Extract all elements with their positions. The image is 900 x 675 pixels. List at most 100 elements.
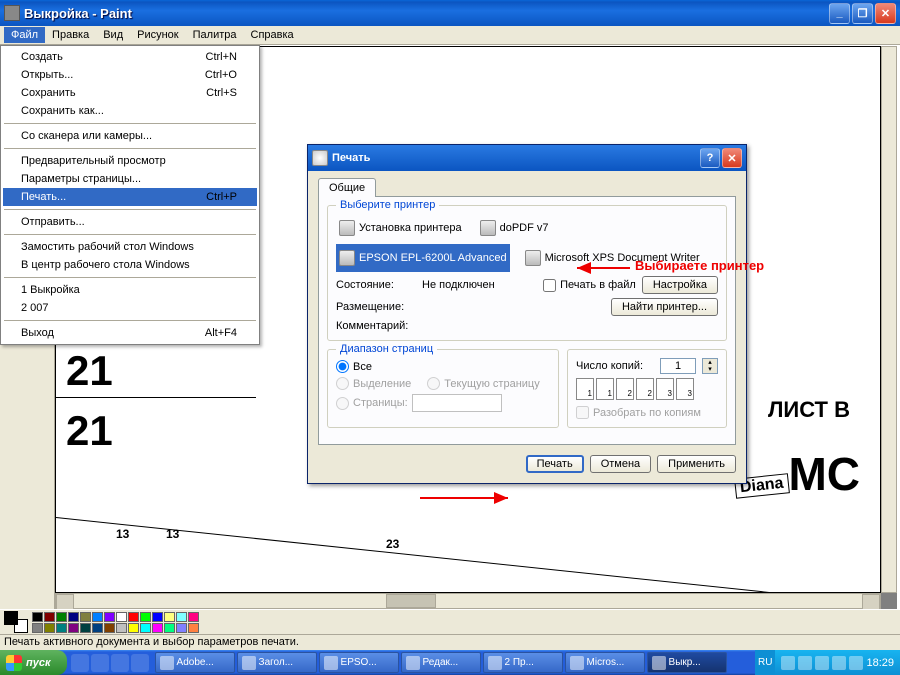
swatch[interactable] xyxy=(140,623,151,633)
swatch[interactable] xyxy=(56,612,67,622)
task-button[interactable]: Загол... xyxy=(237,652,317,673)
swatch[interactable] xyxy=(104,612,115,622)
menu-item[interactable]: Отправить... xyxy=(3,213,257,231)
swatch[interactable] xyxy=(128,623,139,633)
swatch[interactable] xyxy=(188,612,199,622)
menu-item[interactable]: Открыть...Ctrl+O xyxy=(3,66,257,84)
fg-bg-indicator[interactable] xyxy=(4,611,28,633)
taskbar: пуск Adobe...Загол...EPSO...Редак...2 Пр… xyxy=(0,650,900,675)
swatch[interactable] xyxy=(176,623,187,633)
swatch[interactable] xyxy=(128,612,139,622)
copies-group: Число копий: ▴▾ 11 22 33 Разобрать по ко… xyxy=(567,349,727,428)
minimize-button[interactable]: _ xyxy=(829,3,850,24)
menu-item[interactable]: ВыходAlt+F4 xyxy=(3,324,257,342)
menu-item[interactable]: 1 Выкройка xyxy=(3,281,257,299)
swatch[interactable] xyxy=(176,612,187,622)
menu-help[interactable]: Справка xyxy=(244,27,301,43)
range-selection-radio: Выделение xyxy=(336,377,411,390)
copies-label: Число копий: xyxy=(576,360,643,372)
printer-item[interactable]: Установка принтера xyxy=(336,214,465,242)
menu-palette[interactable]: Палитра xyxy=(186,27,244,43)
maximize-button[interactable]: ❐ xyxy=(852,3,873,24)
scrollbar-horizontal[interactable] xyxy=(55,593,881,609)
printer-item[interactable]: doPDF v7 xyxy=(477,214,552,242)
settings-button[interactable]: Настройка xyxy=(642,276,718,294)
swatch[interactable] xyxy=(80,623,91,633)
swatch[interactable] xyxy=(116,623,127,633)
menu-item[interactable]: Предварительный просмотр xyxy=(3,152,257,170)
menu-item[interactable]: 2 007 xyxy=(3,299,257,317)
swatch[interactable] xyxy=(56,623,67,633)
menu-item[interactable]: Печать...Ctrl+P xyxy=(3,188,257,206)
swatch[interactable] xyxy=(164,612,175,622)
menubar: Файл Правка Вид Рисунок Палитра Справка xyxy=(0,26,900,45)
menu-file[interactable]: Файл xyxy=(4,27,45,43)
task-button[interactable]: Adobe... xyxy=(155,652,235,673)
swatch[interactable] xyxy=(92,623,103,633)
task-button[interactable]: Редак... xyxy=(401,652,481,673)
language-indicator[interactable]: RU xyxy=(755,650,775,675)
menu-item[interactable]: СоздатьCtrl+N xyxy=(3,48,257,66)
copies-input[interactable] xyxy=(660,358,696,374)
range-pages-radio: Страницы: xyxy=(336,394,550,412)
select-printer-group: Выберите принтер Установка принтераdoPDF… xyxy=(327,205,727,341)
task-button[interactable]: Micros... xyxy=(565,652,645,673)
close-button[interactable]: ✕ xyxy=(875,3,896,24)
titlebar: Выкройка - Paint _ ❐ ✕ xyxy=(0,0,900,26)
menu-item[interactable]: СохранитьCtrl+S xyxy=(3,84,257,102)
task-button[interactable]: 2 Пр... xyxy=(483,652,563,673)
print-dialog-title: Печать xyxy=(332,152,698,164)
location-label: Размещение: xyxy=(336,301,416,313)
swatch[interactable] xyxy=(152,612,163,622)
tab-general[interactable]: Общие xyxy=(318,178,376,197)
swatch[interactable] xyxy=(44,623,55,633)
apply-button[interactable]: Применить xyxy=(657,455,736,473)
swatch[interactable] xyxy=(80,612,91,622)
printer-item[interactable]: EPSON EPL-6200L Advanced xyxy=(336,244,510,272)
printer-list: Установка принтера doPDF v7EPSON EPL-6200… xyxy=(336,214,718,272)
swatch[interactable] xyxy=(152,623,163,633)
menu-item[interactable]: Замостить рабочий стол Windows xyxy=(3,238,257,256)
select-printer-legend: Выберите принтер xyxy=(336,199,439,211)
swatch[interactable] xyxy=(32,612,43,622)
menu-image[interactable]: Рисунок xyxy=(130,27,186,43)
task-button[interactable]: Выкр... xyxy=(647,652,727,673)
color-palette xyxy=(0,609,900,634)
help-button[interactable]: ? xyxy=(700,148,720,168)
swatch[interactable] xyxy=(104,623,115,633)
swatch[interactable] xyxy=(164,623,175,633)
swatch[interactable] xyxy=(68,623,79,633)
printer-icon xyxy=(525,250,541,266)
page-range-legend: Диапазон страниц xyxy=(336,343,437,355)
swatch[interactable] xyxy=(188,623,199,633)
swatch[interactable] xyxy=(32,623,43,633)
collate-checkbox: Разобрать по копиям xyxy=(576,406,718,419)
print-dialog-titlebar[interactable]: Печать ? ✕ xyxy=(308,145,746,171)
swatch[interactable] xyxy=(92,612,103,622)
menu-item[interactable]: В центр рабочего стола Windows xyxy=(3,256,257,274)
system-tray: 18:29 xyxy=(775,650,900,675)
printer-item[interactable]: Microsoft XPS Document Writer xyxy=(522,244,703,272)
find-printer-button[interactable]: Найти принтер... xyxy=(611,298,718,316)
printer-icon xyxy=(480,220,496,236)
print-button[interactable]: Печать xyxy=(526,455,584,473)
task-button[interactable]: EPSO... xyxy=(319,652,399,673)
range-all-radio[interactable]: Все xyxy=(336,360,550,373)
menu-item[interactable]: Со сканера или камеры... xyxy=(3,127,257,145)
swatch[interactable] xyxy=(44,612,55,622)
page-range-group: Диапазон страниц Все Выделение Текущую с… xyxy=(327,349,559,428)
copies-spinner[interactable]: ▴▾ xyxy=(702,358,718,374)
menu-item[interactable]: Сохранить как... xyxy=(3,102,257,120)
dialog-close-button[interactable]: ✕ xyxy=(722,148,742,168)
start-button[interactable]: пуск xyxy=(0,650,67,675)
scrollbar-vertical[interactable] xyxy=(881,46,897,593)
swatch[interactable] xyxy=(140,612,151,622)
menu-view[interactable]: Вид xyxy=(96,27,130,43)
menu-item[interactable]: Параметры страницы... xyxy=(3,170,257,188)
task-buttons: Adobe...Загол...EPSO...Редак...2 Пр...Mi… xyxy=(153,652,755,673)
swatch[interactable] xyxy=(68,612,79,622)
menu-edit[interactable]: Правка xyxy=(45,27,96,43)
swatch[interactable] xyxy=(116,612,127,622)
cancel-button[interactable]: Отмена xyxy=(590,455,651,473)
print-to-file-checkbox[interactable]: Печать в файл xyxy=(543,279,636,292)
